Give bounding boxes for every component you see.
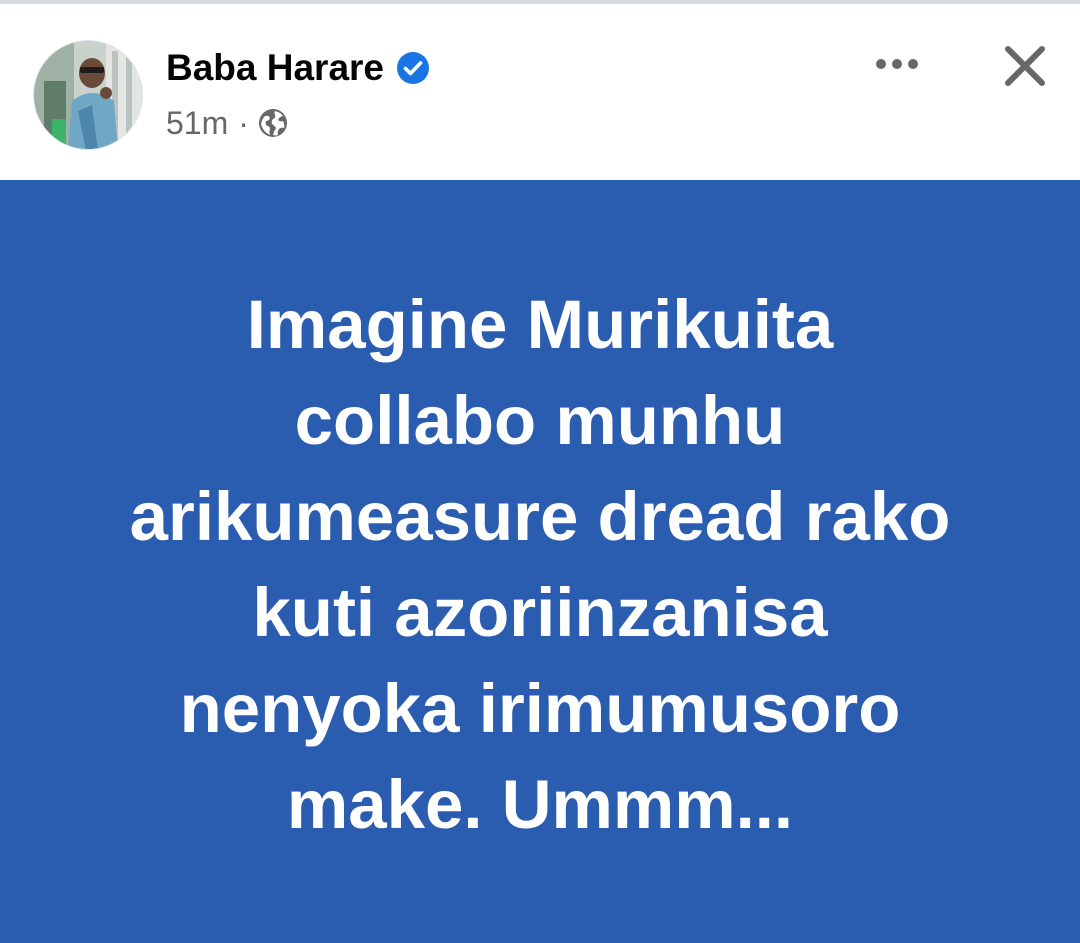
meta-separator: · — [238, 104, 249, 141]
author-row: Baba Harare — [166, 44, 430, 92]
post-text: Imagine Murikuita collabo munhu arikumea… — [50, 271, 1030, 853]
globe-icon[interactable] — [257, 107, 289, 139]
avatar-photo-icon — [34, 41, 142, 149]
more-options-button[interactable] — [866, 40, 928, 88]
post-meta: 51m · — [166, 103, 289, 143]
author-avatar[interactable] — [33, 40, 143, 150]
post-text-line: arikumeasure dread rako — [129, 477, 951, 555]
post-text-line: make. Ummm... — [286, 765, 794, 843]
close-icon — [1005, 46, 1045, 86]
author-name[interactable]: Baba Harare — [166, 47, 384, 89]
post-text-line: nenyoka irimumusoro — [179, 669, 901, 747]
post-content-background: Imagine Murikuita collabo munhu arikumea… — [0, 180, 1080, 943]
close-button[interactable] — [996, 37, 1054, 95]
post-header: Baba Harare 51m · — [0, 4, 1080, 180]
verified-badge-icon — [396, 51, 430, 85]
more-options-icon — [876, 59, 918, 69]
post-text-line: Imagine Murikuita — [246, 285, 834, 363]
post-text-line: collabo munhu — [294, 381, 786, 459]
post-text-line: kuti azoriinzanisa — [252, 573, 828, 651]
post-timestamp[interactable]: 51m — [166, 105, 228, 142]
